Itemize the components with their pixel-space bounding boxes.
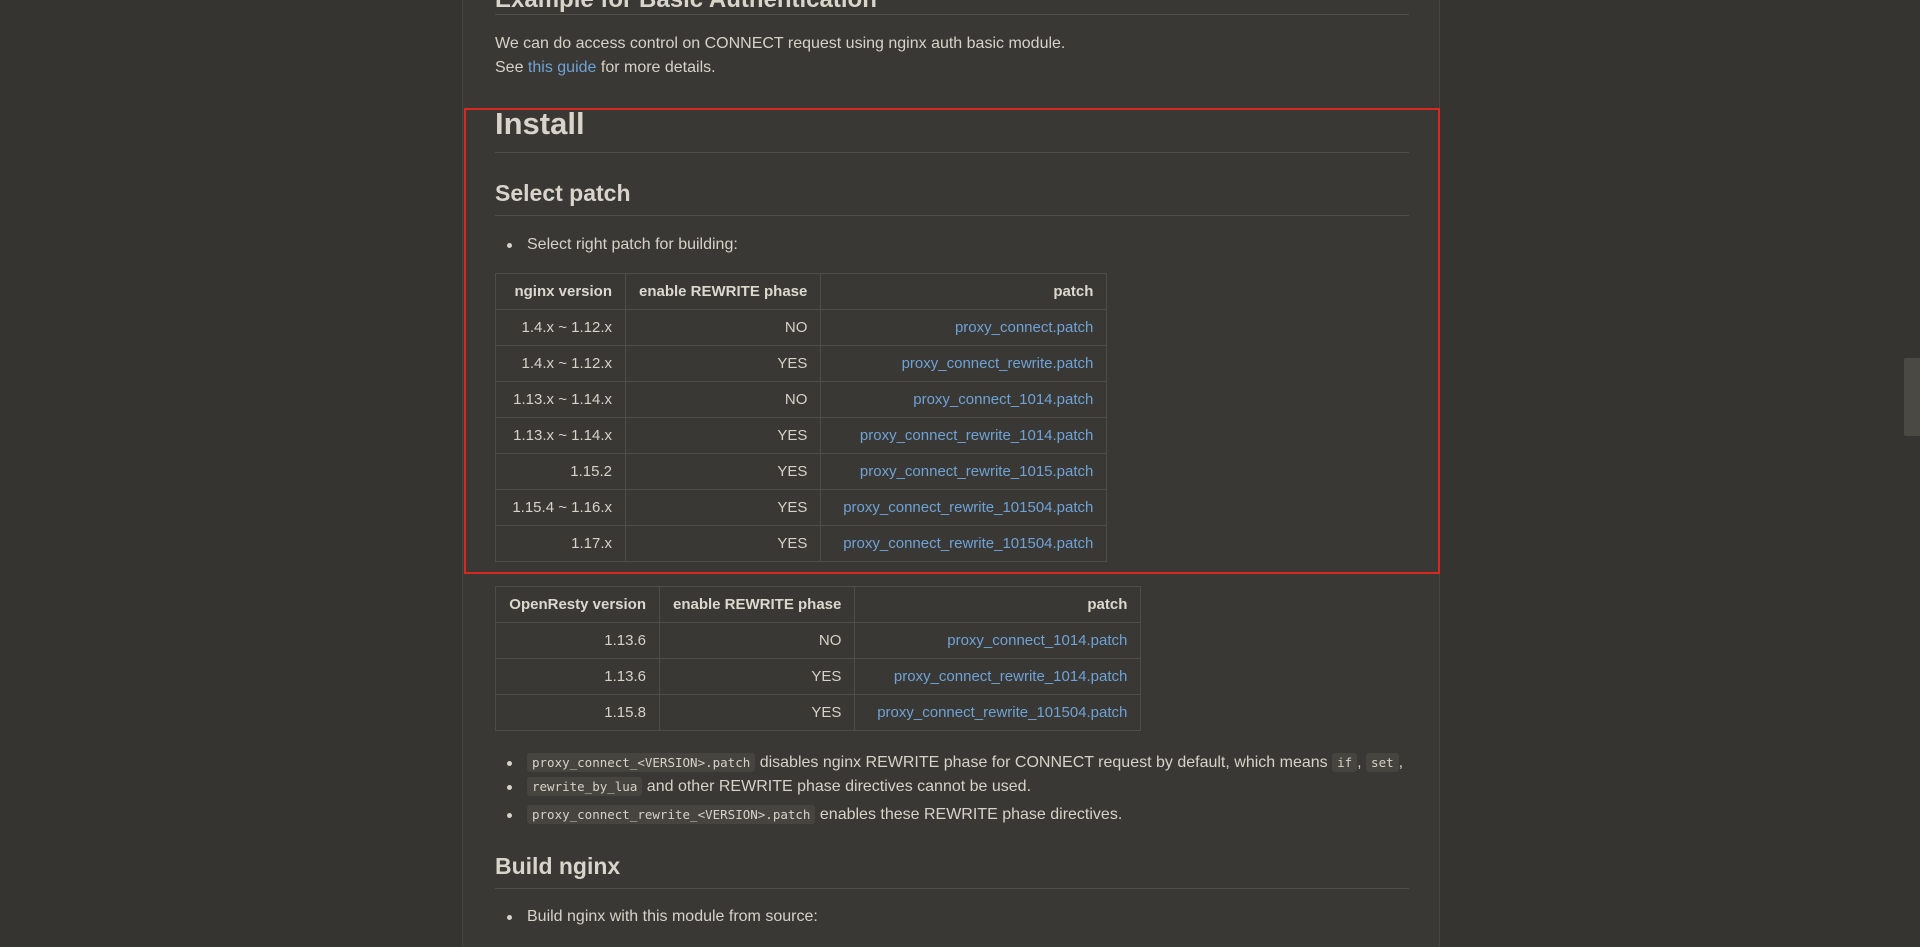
cell-enable-rewrite: NO [624, 381, 822, 418]
note1-sep: , [1398, 754, 1404, 771]
note1-text2: and other REWRITE phase directives canno… [642, 778, 1032, 795]
cell-patch: proxy_connect.patch [820, 309, 1108, 346]
table-row: 1.13.x ~ 1.14.x YES proxy_connect_rewrite_… [495, 417, 1108, 454]
patch-link[interactable]: proxy_connect_1014.patch [947, 632, 1127, 649]
code-proxy-connect-rewrite-version: proxy_connect_rewrite_<VERSION>.patch [527, 805, 816, 824]
column-header-nginx-version: nginx version [495, 273, 626, 310]
select-patch-rule [495, 215, 1409, 216]
note1-text: disables nginx REWRITE phase for CONNECT… [755, 754, 1333, 771]
cell-version: 1.15.8 [495, 694, 660, 731]
table-header-row: OpenResty version enable REWRITE phase p… [495, 586, 1142, 623]
cell-version: 1.15.4 ~ 1.16.x [495, 489, 626, 526]
patch-link[interactable]: proxy_connect_rewrite_101504.patch [877, 704, 1127, 721]
cell-patch: proxy_connect_rewrite_101504.patch [854, 694, 1142, 731]
cell-patch: proxy_connect_rewrite_101504.patch [820, 525, 1108, 562]
note1-line2: rewrite_by_lua and other REWRITE phase d… [527, 775, 1031, 799]
see-suffix: for more details. [596, 59, 716, 76]
column-header-openresty-version: OpenResty version [495, 586, 660, 623]
nginx-patch-table: nginx version enable REWRITE phase patch… [495, 273, 1108, 562]
cell-version: 1.13.x ~ 1.14.x [495, 381, 626, 418]
openresty-patch-table: OpenResty version enable REWRITE phase p… [495, 586, 1142, 731]
note1-line1: proxy_connect_<VERSION>.patch disables n… [527, 751, 1403, 775]
column-header-enable-rewrite: enable REWRITE phase [658, 586, 856, 623]
build-nginx-heading: Build nginx [495, 853, 621, 879]
list-item-note-enable-rewrite: proxy_connect_rewrite_<VERSION>.patch en… [507, 803, 1122, 827]
table-row: 1.13.6 YES proxy_connect_rewrite_1014.patc… [495, 658, 1142, 695]
list-item-note-disable-rewrite: proxy_connect_<VERSION>.patch disables n… [507, 751, 1403, 775]
table-row: 1.15.8 YES proxy_connect_rewrite_101504.pa… [495, 694, 1142, 731]
select-patch-heading: Select patch [495, 180, 631, 206]
column-header-patch: patch [854, 586, 1142, 623]
cell-enable-rewrite: YES [658, 694, 856, 731]
table-row: 1.17.x YES proxy_connect_rewrite_101504.pa… [495, 525, 1108, 562]
patch-link[interactable]: proxy_connect_rewrite_1014.patch [894, 668, 1127, 685]
cell-enable-rewrite: NO [624, 309, 822, 346]
cell-patch: proxy_connect_rewrite_101504.patch [820, 489, 1108, 526]
paragraph-auth-basic: We can do access control on CONNECT requ… [495, 35, 1066, 52]
table-row: 1.13.6 NO proxy_connect_1014.patch [495, 622, 1142, 659]
list-item-note-disable-rewrite-cont: rewrite_by_lua and other REWRITE phase d… [507, 775, 1031, 799]
patch-link[interactable]: proxy_connect.patch [955, 319, 1093, 336]
table-row: 1.15.4 ~ 1.16.x YES proxy_connect_rewrite_… [495, 489, 1108, 526]
note1-sep: , [1357, 754, 1367, 771]
bullet-text: Build nginx with this module from source… [527, 908, 818, 925]
column-header-enable-rewrite: enable REWRITE phase [624, 273, 822, 310]
list-item-build-from-source: Build nginx with this module from source… [507, 905, 818, 929]
install-rule [495, 152, 1409, 153]
cell-patch: proxy_connect_1014.patch [854, 622, 1142, 659]
cell-patch: proxy_connect_rewrite.patch [820, 345, 1108, 382]
cell-enable-rewrite: YES [624, 525, 822, 562]
patch-link[interactable]: proxy_connect_rewrite_1014.patch [860, 427, 1093, 444]
note2-text: enables these REWRITE phase directives. [815, 806, 1123, 823]
cell-version: 1.13.6 [495, 622, 660, 659]
column-header-patch: patch [820, 273, 1108, 310]
code-if: if [1332, 753, 1358, 772]
cell-enable-rewrite: YES [624, 489, 822, 526]
cell-patch: proxy_connect_rewrite_1015.patch [820, 453, 1108, 490]
cell-version: 1.13.x ~ 1.14.x [495, 417, 626, 454]
scrollbar-thumb[interactable] [1904, 358, 1920, 436]
table-row: 1.13.x ~ 1.14.x NO proxy_connect_1014.patc… [495, 381, 1108, 418]
patch-link[interactable]: proxy_connect_rewrite.patch [902, 355, 1094, 372]
bullet-text: Select right patch for building: [527, 236, 738, 253]
this-guide-link[interactable]: this guide [528, 59, 597, 76]
build-nginx-rule [495, 888, 1409, 889]
cell-version: 1.4.x ~ 1.12.x [495, 309, 626, 346]
cell-patch: proxy_connect_rewrite_1014.patch [854, 658, 1142, 695]
note2-line: proxy_connect_rewrite_<VERSION>.patch en… [527, 803, 1122, 827]
patch-link[interactable]: proxy_connect_rewrite_1015.patch [860, 463, 1093, 480]
cell-patch: proxy_connect_rewrite_1014.patch [820, 417, 1108, 454]
table-row: 1.4.x ~ 1.12.x YES proxy_connect_rewrite.p… [495, 345, 1108, 382]
section-heading-basic-auth: Example for Basic Authentication [495, 0, 877, 14]
table-header-row: nginx version enable REWRITE phase patch [495, 273, 1108, 310]
install-heading: Install [495, 106, 585, 141]
cell-enable-rewrite: NO [658, 622, 856, 659]
paragraph-see-guide: See this guide for more details. [495, 56, 716, 80]
cell-enable-rewrite: YES [624, 453, 822, 490]
cell-enable-rewrite: YES [658, 658, 856, 695]
see-prefix: See [495, 59, 528, 76]
table-row: 1.15.2 YES proxy_connect_rewrite_1015.patc… [495, 453, 1108, 490]
heading-rule [495, 14, 1409, 15]
patch-link[interactable]: proxy_connect_1014.patch [913, 391, 1093, 408]
cell-version: 1.13.6 [495, 658, 660, 695]
code-set: set [1366, 753, 1399, 772]
code-rewrite-by-lua: rewrite_by_lua [527, 777, 643, 796]
list-item-select-right-patch: Select right patch for building: [507, 233, 738, 257]
table-row: 1.4.x ~ 1.12.x NO proxy_connect.patch [495, 309, 1108, 346]
cell-enable-rewrite: YES [624, 417, 822, 454]
cell-version: 1.4.x ~ 1.12.x [495, 345, 626, 382]
cell-version: 1.17.x [495, 525, 626, 562]
patch-link[interactable]: proxy_connect_rewrite_101504.patch [843, 535, 1093, 552]
cell-patch: proxy_connect_1014.patch [820, 381, 1108, 418]
patch-link[interactable]: proxy_connect_rewrite_101504.patch [843, 499, 1093, 516]
cell-version: 1.15.2 [495, 453, 626, 490]
readme-page: Example for Basic Authentication We can … [462, 0, 1440, 947]
cell-enable-rewrite: YES [624, 345, 822, 382]
code-proxy-connect-version: proxy_connect_<VERSION>.patch [527, 753, 756, 772]
